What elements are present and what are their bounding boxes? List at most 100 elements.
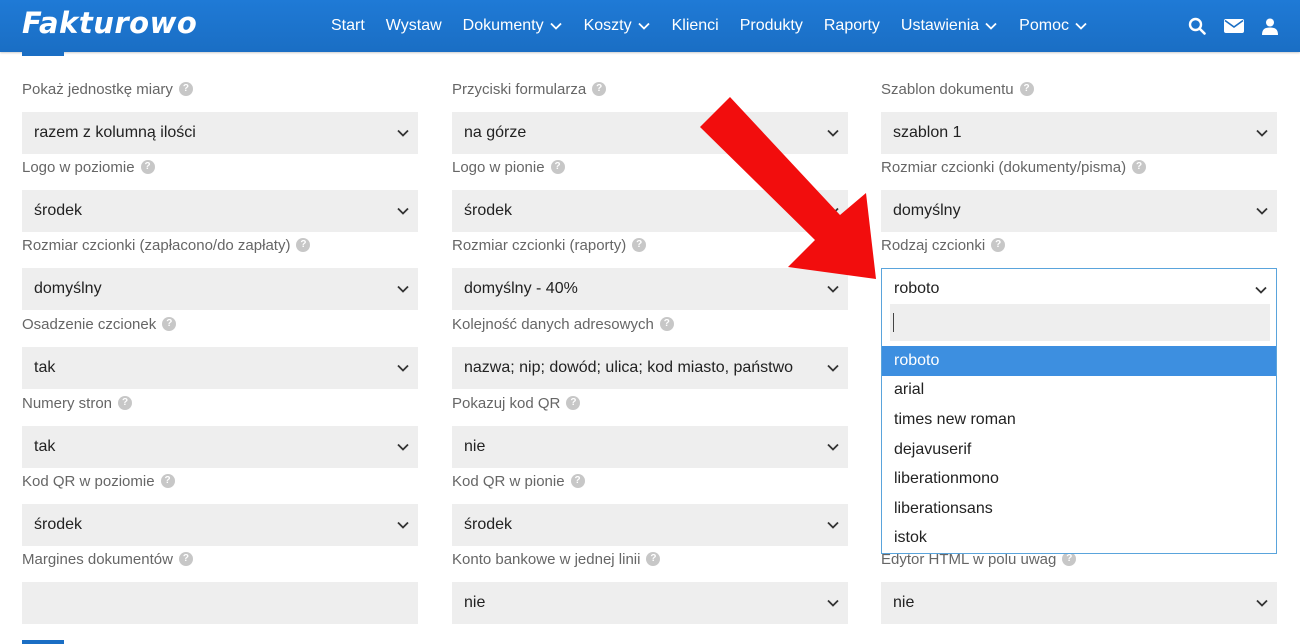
help-icon[interactable]: ? (991, 238, 1006, 252)
dropdown-option[interactable]: arial (882, 376, 1276, 406)
field-label-text: Pokazuj kod QR (452, 394, 561, 412)
nav-ustawienia-label: Ustawienia (900, 17, 980, 34)
field-label: Logo w poziomie? (22, 156, 418, 178)
field-label-text: Przyciski formularza (452, 80, 587, 98)
nav-start[interactable]: Start (331, 17, 365, 35)
field-label-text: Logo w pionie (452, 158, 545, 176)
help-icon[interactable]: ? (118, 396, 133, 410)
field-label-text: Logo w poziomie (22, 158, 135, 176)
app-logo[interactable]: Fakturowo (22, 6, 197, 40)
nav-klienci-label: Klienci (671, 17, 719, 34)
select-value: środek (464, 202, 513, 219)
field-label-text: Numery stron (22, 394, 113, 412)
nav-icon-group (1188, 0, 1278, 52)
help-icon[interactable]: ? (550, 160, 565, 174)
select-box[interactable]: nie (452, 426, 848, 468)
select-box[interactable]: środek (452, 504, 848, 546)
help-icon[interactable]: ? (162, 317, 177, 331)
help-icon[interactable]: ? (1132, 160, 1147, 174)
help-icon[interactable]: ? (632, 238, 647, 252)
nav-wystaw[interactable]: Wystaw (386, 17, 442, 35)
nav-raporty[interactable]: Raporty (824, 17, 880, 35)
select-value: szablon 1 (893, 124, 962, 141)
help-icon[interactable]: ? (178, 552, 193, 566)
select-box[interactable]: szablon 1 (881, 112, 1277, 154)
select-value: domyślny (34, 280, 102, 297)
nav-klienci[interactable]: Klienci (672, 17, 719, 35)
chevron-down-icon (985, 22, 997, 30)
nav-wystaw-label: Wystaw (385, 17, 442, 34)
chevron-down-icon (826, 361, 840, 375)
field-label: Pokaż jednostkę miary? (22, 78, 418, 100)
help-icon[interactable]: ? (592, 82, 607, 96)
document-margin-input[interactable] (22, 582, 418, 624)
dropdown-option[interactable]: liberationsans (882, 494, 1276, 524)
chevron-down-icon (826, 596, 840, 610)
dropdown-search-input[interactable] (890, 304, 1270, 341)
select-box[interactable]: środek (22, 504, 418, 546)
select-value: razem z kolumną ilości (34, 124, 196, 141)
form-field: Pokazuj kod QR? nie (452, 392, 848, 468)
field-label: Kod QR w poziomie? (22, 470, 418, 492)
help-icon[interactable]: ? (140, 160, 155, 174)
chevron-down-icon (396, 440, 410, 454)
form-field: Margines dokumentów? (22, 548, 418, 624)
field-label: Kolejność danych adresowych? (452, 313, 848, 335)
nav-dokumenty[interactable]: Dokumenty (463, 17, 563, 35)
form-field: Logo w poziomie? środek (22, 156, 418, 232)
active-tab-indicator (22, 52, 64, 56)
nav-koszty[interactable]: Koszty (584, 17, 651, 35)
select-value: środek (34, 202, 83, 219)
dropdown-option[interactable]: istok (882, 524, 1276, 554)
chevron-down-icon (1255, 126, 1269, 140)
chevron-down-icon (549, 22, 562, 30)
dropdown-option[interactable]: liberationmono (882, 464, 1276, 494)
dropdown-option[interactable]: roboto (882, 346, 1276, 376)
chevron-down-icon (396, 361, 410, 375)
dropdown-options: roboto arial times new roman dejavuserif… (882, 346, 1276, 553)
select-box[interactable]: razem z kolumną ilości (22, 112, 418, 154)
field-label: Pokazuj kod QR? (452, 392, 848, 414)
select-value: tak (34, 359, 56, 376)
help-icon[interactable]: ? (1019, 82, 1034, 96)
field-label: Konto bankowe w jednej linii? (452, 548, 848, 570)
select-box[interactable]: tak (22, 347, 418, 389)
help-icon[interactable]: ? (646, 552, 661, 566)
form-field: Rozmiar czcionki (dokumenty/pisma)? domyś… (881, 156, 1277, 232)
field-label-text: Szablon dokumentu (881, 80, 1014, 98)
help-icon[interactable]: ? (178, 82, 193, 96)
dropdown-option[interactable]: times new roman (882, 405, 1276, 435)
nav-pomoc[interactable]: Pomoc (1019, 17, 1088, 35)
select-box[interactable]: środek (22, 190, 418, 232)
select-value: tak (34, 438, 56, 455)
red-arrow-annotation (700, 97, 876, 279)
help-icon[interactable]: ? (1062, 552, 1077, 566)
select-value: domyślny - 40% (464, 280, 578, 297)
field-label-text: Rozmiar czcionki (zapłacono/do zapłaty) (22, 236, 291, 254)
help-icon[interactable]: ? (659, 317, 674, 331)
select-box[interactable]: tak (22, 426, 418, 468)
help-icon[interactable]: ? (570, 474, 585, 488)
help-icon[interactable]: ? (566, 396, 581, 410)
search-icon[interactable] (1188, 17, 1206, 35)
chevron-down-icon (396, 518, 410, 532)
help-icon[interactable]: ? (160, 474, 175, 488)
select-box[interactable]: nie (881, 582, 1277, 624)
top-navigation-bar: Fakturowo Start Wystaw Dokumenty Koszty … (0, 0, 1300, 52)
nav-ustawienia[interactable]: Ustawienia (901, 17, 998, 35)
user-icon[interactable] (1262, 18, 1278, 35)
dropdown-option[interactable]: dejavuserif (882, 435, 1276, 465)
select-box[interactable]: nie (452, 582, 848, 624)
select-box[interactable]: domyślny (881, 190, 1277, 232)
bottom-button-edge (22, 640, 64, 644)
font-type-dropdown: roboto arial times new roman dejavuserif… (881, 298, 1277, 554)
select-box[interactable]: domyślny (22, 268, 418, 310)
select-box[interactable]: nazwa; nip; dowód; ulica; kod miasto, pa… (452, 347, 848, 389)
form-field: Edytor HTML w polu uwag? nie (881, 548, 1277, 624)
field-label-text: Kolejność danych adresowych (452, 315, 654, 333)
chevron-down-icon (1254, 283, 1268, 297)
field-label: Rozmiar czcionki (zapłacono/do zapłaty)? (22, 234, 418, 256)
help-icon[interactable]: ? (296, 238, 311, 252)
mail-icon[interactable] (1224, 18, 1244, 34)
nav-produkty[interactable]: Produkty (740, 17, 803, 35)
